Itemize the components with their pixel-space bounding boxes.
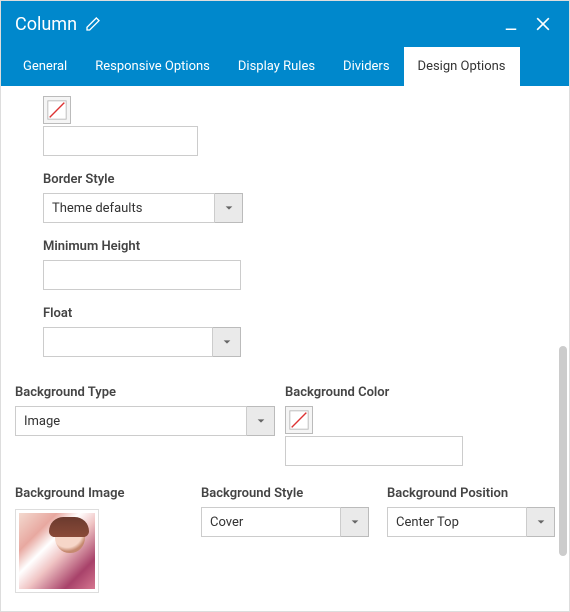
col-bg-image: Background Image (15, 486, 201, 597)
tab-general[interactable]: General (9, 47, 81, 86)
window-title: Column (15, 14, 101, 35)
minimum-height-input[interactable] (43, 260, 241, 290)
titlebar: Column (1, 1, 569, 47)
label-background-image: Background Image (15, 486, 183, 501)
chevron-down-icon[interactable] (527, 507, 555, 537)
thumbnail-preview (19, 513, 95, 589)
background-detail-row: Background Image Background Style Cover … (15, 486, 555, 597)
tab-dividers[interactable]: Dividers (329, 47, 404, 86)
color-value-input[interactable] (43, 126, 198, 156)
indented-fields: Border Style Theme defaults Minimum Heig… (43, 96, 555, 357)
background-style-value: Cover (201, 507, 341, 537)
label-background-color: Background Color (285, 385, 535, 400)
col-bg-type: Background Type Image (15, 385, 285, 466)
bg-color-swatch[interactable] (285, 406, 313, 434)
border-style-value: Theme defaults (43, 193, 215, 223)
label-background-type: Background Type (15, 385, 265, 400)
chevron-down-icon[interactable] (341, 507, 369, 537)
background-style-select[interactable]: Cover (201, 507, 369, 537)
float-value (43, 327, 213, 357)
tab-responsive-options[interactable]: Responsive Options (81, 47, 224, 86)
float-select[interactable] (43, 327, 241, 357)
edit-title-icon[interactable] (85, 16, 101, 32)
column-settings-modal: Column General Responsive Options Displa… (0, 0, 570, 612)
background-color-input[interactable] (285, 436, 463, 466)
tab-display-rules[interactable]: Display Rules (224, 47, 329, 86)
label-background-position: Background Position (387, 486, 555, 501)
color-swatch-none[interactable] (43, 96, 71, 124)
col-bg-position: Background Position Center Top (387, 486, 555, 597)
tabbar: General Responsive Options Display Rules… (1, 47, 569, 86)
background-image-thumbnail[interactable] (15, 509, 99, 593)
window-title-text: Column (15, 14, 77, 35)
chevron-down-icon[interactable] (213, 327, 241, 357)
label-minimum-height: Minimum Height (43, 239, 555, 254)
col-bg-style: Background Style Cover (201, 486, 387, 597)
background-type-value: Image (15, 406, 247, 436)
label-background-style: Background Style (201, 486, 369, 501)
scrollbar-thumb[interactable] (559, 346, 567, 556)
label-border-style: Border Style (43, 172, 555, 187)
col-bg-color: Background Color (285, 385, 555, 466)
background-type-select[interactable]: Image (15, 406, 275, 436)
tab-design-options[interactable]: Design Options (404, 47, 520, 86)
chevron-down-icon[interactable] (215, 193, 243, 223)
chevron-down-icon[interactable] (247, 406, 275, 436)
background-position-value: Center Top (387, 507, 527, 537)
label-float: Float (43, 306, 555, 321)
scrollbar-track (559, 86, 567, 611)
border-style-select[interactable]: Theme defaults (43, 193, 243, 223)
background-position-select[interactable]: Center Top (387, 507, 555, 537)
background-row: Background Type Image Background Color (15, 385, 555, 466)
content-area: Border Style Theme defaults Minimum Heig… (1, 86, 569, 611)
close-button[interactable] (531, 12, 555, 36)
minimize-button[interactable] (499, 12, 523, 36)
